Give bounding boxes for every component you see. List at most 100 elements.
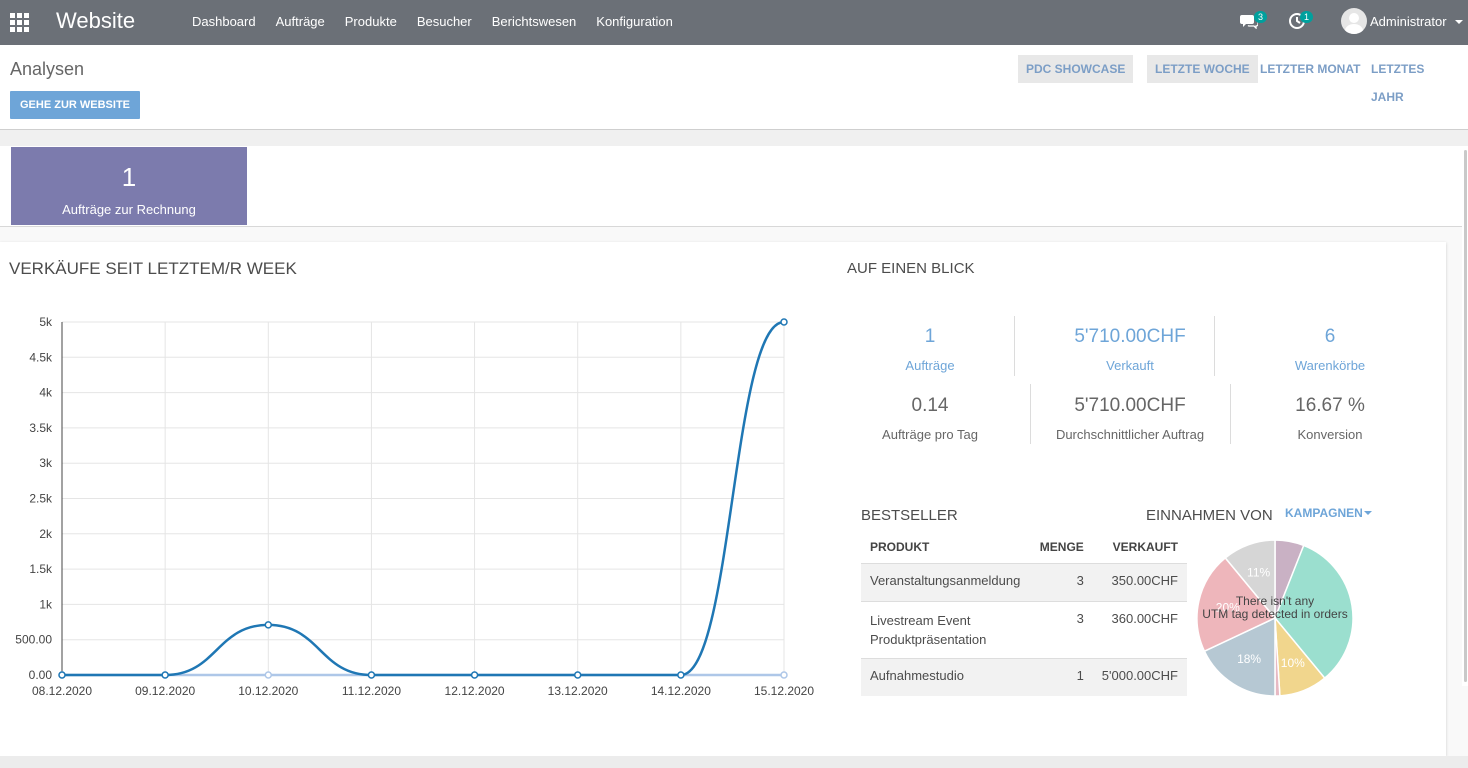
menu-visitors[interactable]: Besucher — [407, 0, 482, 45]
y-tick-label: 1.5k — [29, 562, 53, 576]
pie-slice-label: 11% — [1247, 565, 1270, 579]
x-tick-label: 08.12.2020 — [32, 684, 92, 698]
x-tick-label: 12.12.2020 — [445, 684, 505, 698]
messages-badge: 3 — [1254, 11, 1268, 23]
divider — [1230, 384, 1231, 444]
orders-to-invoice-tile[interactable]: 1 Aufträge zur Rechnung — [11, 147, 247, 225]
menu-dashboard[interactable]: Dashboard — [182, 0, 266, 45]
sales-line-chart: 0.00 500.00 1k 1.5k 2k 2.5k 3k 3.5k 4k 4.5k 5k 08.1… — [15, 315, 814, 698]
y-tick-label: 4.5k — [29, 350, 53, 364]
cell-product: Aufnahmestudio — [861, 657, 1031, 696]
stat-carts-value: 6 — [1324, 326, 1336, 347]
stat-sold[interactable]: 5'710.00CHF Verkauft — [1040, 326, 1220, 373]
data-point — [780, 671, 788, 679]
x-tick-label: 11.12.2020 — [342, 684, 401, 698]
stat-conversion-value: 16.67 % — [1295, 395, 1365, 416]
cell-sold: 5'000.00CHF — [1092, 657, 1187, 696]
menu-configuration[interactable]: Konfiguration — [586, 0, 683, 45]
period-last-week-button[interactable]: LETZTE WOCHE — [1147, 55, 1258, 83]
x-tick-label: 10.12.2020 — [238, 684, 298, 698]
y-tick-label: 5k — [39, 315, 53, 329]
data-point — [677, 671, 685, 679]
y-tick-label: 0.00 — [29, 668, 53, 682]
cell-quantity: 3 — [1030, 562, 1093, 601]
stat-carts-label: Warenkörbe — [1294, 358, 1366, 373]
bottom-band — [0, 756, 1468, 768]
stat-orders[interactable]: 1 Aufträge — [880, 326, 980, 373]
kpi-area: 1 Aufträge zur Rechnung — [0, 146, 1462, 227]
column-header-sold: VERKAUFT — [1112, 539, 1178, 554]
data-point — [58, 671, 66, 679]
table-row[interactable]: Aufnahmestudio 1 5'000.00CHF — [861, 657, 1187, 696]
stat-orders-per-day-value: 0.14 — [911, 395, 949, 416]
stat-sold-value: 5'710.00CHF — [1074, 326, 1186, 347]
data-point — [780, 318, 788, 326]
revenue-title: EINNAHMEN VON — [1146, 507, 1273, 524]
data-point — [264, 621, 273, 629]
y-tick-label: 1k — [39, 597, 53, 611]
column-header-quantity: MENGE — [1039, 539, 1084, 554]
menu-orders[interactable]: Aufträge — [266, 0, 335, 45]
column-header-product: PRODUKT — [870, 539, 930, 554]
pie-slice-label: 18% — [1237, 652, 1261, 666]
divider — [1030, 384, 1031, 444]
app-brand: Website — [56, 8, 136, 33]
x-tick-label: 15.12.2020 — [754, 684, 814, 698]
top-navbar: Website Dashboard Aufträge Produkte Besu… — [0, 0, 1468, 45]
stat-conversion-label: Konversion — [1297, 427, 1363, 442]
stat-average-order-value: 5'710.00CHF — [1074, 395, 1186, 416]
stat-average-order-label: Durchschnittlicher Auftrag — [1055, 427, 1205, 442]
pdc-showcase-button[interactable]: PDC SHOWCASE — [1018, 55, 1134, 83]
y-tick-label: 3.5k — [29, 421, 53, 435]
period-last-year-button[interactable]: LETZTES JAHR — [1363, 55, 1468, 104]
user-avatar[interactable] — [1341, 8, 1367, 34]
campaign-dropdown-caret-icon[interactable] — [1364, 511, 1372, 515]
bestseller-table: PRODUKT MENGE VERKAUFT Veranstaltungsanm… — [861, 531, 1187, 696]
user-menu-caret-icon[interactable] — [1455, 20, 1463, 24]
apps-menu-icon[interactable] — [8, 11, 29, 32]
stat-carts[interactable]: 6 Warenkörbe — [1280, 326, 1380, 373]
stat-orders-label: Aufträge — [905, 358, 955, 373]
divider — [1014, 316, 1015, 376]
x-tick-label: 14.12.2020 — [651, 684, 711, 698]
data-point — [573, 671, 582, 679]
no-utm-message-line2: UTM tag detected in orders — [1202, 607, 1348, 621]
stat-sold-label: Verkauft — [1106, 358, 1154, 373]
cell-quantity: 3 — [1030, 600, 1093, 658]
cell-sold: 360.00CHF — [1092, 600, 1187, 658]
data-point — [161, 671, 169, 679]
no-utm-message: There isn't any UTM tag detected in orde… — [1190, 595, 1360, 621]
y-tick-label: 2k — [39, 527, 53, 541]
x-tick-label: 09.12.2020 — [135, 684, 195, 698]
separator-band — [0, 130, 1468, 146]
stat-orders-per-day-label: Aufträge pro Tag — [882, 427, 978, 442]
divider — [1214, 316, 1215, 376]
table-row[interactable]: Veranstaltungsanmeldung 3 350.00CHF — [861, 562, 1187, 601]
kpi-label: Aufträge zur Rechnung — [62, 202, 196, 217]
page-title: Analysen — [10, 59, 85, 79]
period-last-month-button[interactable]: LETZTER MONAT — [1252, 55, 1368, 83]
kpi-value: 1 — [121, 162, 137, 192]
go-to-website-button[interactable]: GEHE ZUR WEBSITE — [10, 91, 141, 119]
activities-badge: 1 — [1300, 11, 1314, 23]
menu-products[interactable]: Produkte — [335, 0, 407, 45]
pie-slice-label: 10% — [1281, 656, 1305, 670]
table-header-row: PRODUKT MENGE VERKAUFT — [861, 531, 1187, 563]
control-panel: Analysen GEHE ZUR WEBSITE PDC SHOWCASE L… — [0, 45, 1468, 130]
y-tick-label: 500.00 — [15, 633, 52, 647]
glance-title: AUF EINEN BLICK — [847, 260, 975, 277]
user-menu[interactable]: Administrator — [1370, 14, 1447, 29]
table-row[interactable]: Livestream Event Produktpräsentation 3 3… — [861, 600, 1187, 658]
cell-product: Livestream Event Produktpräsentation — [861, 600, 1031, 658]
data-point — [264, 671, 273, 679]
stat-average-order: 5'710.00CHF Durchschnittlicher Auftrag — [1040, 395, 1220, 442]
stat-orders-value: 1 — [924, 326, 936, 347]
bestseller-title: BESTSELLER — [861, 507, 958, 524]
sales-chart-title: VERKÄUFE SEIT LETZTEM/R WEEK — [9, 259, 297, 278]
scrollbar-thumb[interactable] — [1464, 150, 1467, 682]
campaign-dropdown[interactable]: KAMPAGNEN — [1285, 506, 1363, 520]
menu-reporting[interactable]: Berichtswesen — [482, 0, 587, 45]
stat-orders-per-day: 0.14 Aufträge pro Tag — [855, 395, 1005, 442]
cell-sold: 350.00CHF — [1092, 562, 1187, 601]
y-tick-label: 4k — [39, 386, 53, 400]
